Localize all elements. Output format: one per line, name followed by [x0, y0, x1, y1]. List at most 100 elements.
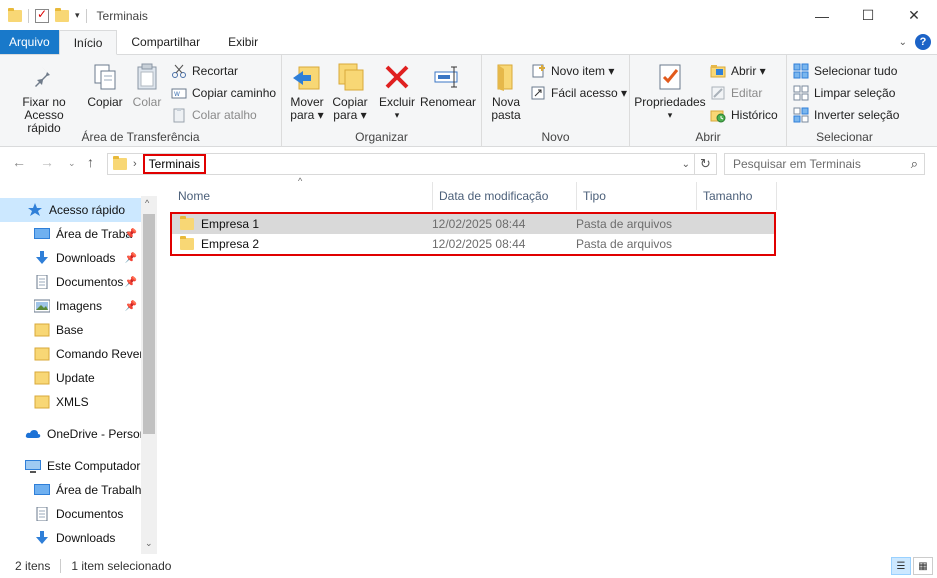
close-button[interactable]: ✕: [891, 0, 937, 31]
column-header-type[interactable]: Tipo: [577, 182, 697, 210]
paste-shortcut-label: Colar atalho: [192, 108, 257, 122]
edit-button[interactable]: Editar: [710, 84, 762, 102]
folder-icon[interactable]: [8, 7, 22, 22]
tab-home[interactable]: Início: [58, 30, 118, 55]
paste-shortcut-button[interactable]: Colar atalho: [171, 106, 257, 124]
recent-locations-chevron-icon[interactable]: ⌄: [68, 158, 76, 169]
tab-view[interactable]: Exibir: [214, 30, 272, 54]
nav-pc-documents[interactable]: Documentos: [0, 502, 141, 526]
breadcrumb-terminais[interactable]: Terminais: [142, 154, 207, 174]
download-icon: [34, 251, 50, 265]
nav-scrollbar[interactable]: ^ ⌄: [141, 196, 157, 554]
nav-item-comando[interactable]: Comando Rever: [0, 342, 141, 366]
select-none-label: Limpar seleção: [814, 86, 896, 100]
breadcrumb-separator-icon[interactable]: ›: [133, 158, 137, 170]
properties-icon[interactable]: [35, 7, 49, 23]
new-folder-icon[interactable]: [55, 7, 69, 22]
up-arrow-icon[interactable]: ↑: [87, 154, 94, 170]
nav-this-pc-label: Este Computador: [47, 459, 141, 473]
easy-access-button[interactable]: Fácil acesso ▾: [530, 84, 627, 102]
details-view-icon[interactable]: ☰: [891, 557, 911, 575]
cloud-icon: [25, 427, 41, 441]
cut-button[interactable]: Recortar: [171, 62, 238, 80]
tab-share[interactable]: Compartilhar: [117, 30, 214, 54]
back-arrow-icon[interactable]: ←: [12, 154, 26, 170]
nav-item-xmls[interactable]: XMLS: [0, 390, 141, 414]
file-name: Empresa 2: [201, 237, 260, 251]
new-item-icon: [530, 63, 546, 79]
open-button[interactable]: Abrir ▾: [710, 62, 766, 80]
nav-quick-access[interactable]: Acesso rápido: [0, 198, 141, 222]
nav-item-label: Base: [56, 323, 84, 337]
search-icon: ⌕: [910, 156, 918, 171]
ribbon: Fixar no Acesso rápido Copiar Colar Reco…: [0, 55, 937, 147]
copy-path-button[interactable]: W Copiar caminho: [171, 84, 276, 102]
copy-button[interactable]: Copiar: [85, 61, 125, 109]
nav-item-downloads[interactable]: Downloads 📌: [0, 246, 141, 270]
column-header-size[interactable]: Tamanho: [697, 182, 777, 210]
address-bar[interactable]: › Terminais ⌄: [107, 153, 695, 175]
file-list: ^ Nome Data de modificação Tipo Tamanho …: [160, 176, 937, 554]
minimize-button[interactable]: —: [799, 0, 845, 31]
properties-dropdown[interactable]: ▾: [668, 109, 673, 122]
select-none-icon: [793, 85, 809, 101]
select-none-button[interactable]: Limpar seleção: [793, 84, 895, 102]
clipboard-group-label: Área de Transferência: [81, 130, 200, 144]
table-row[interactable]: Empresa 1 12/02/2025 08:44 Pasta de arqu…: [172, 214, 774, 234]
large-icons-view-icon[interactable]: ▦: [913, 557, 933, 575]
history-button[interactable]: Histórico: [710, 106, 778, 124]
nav-item-update[interactable]: Update: [0, 366, 141, 390]
nav-item-base[interactable]: Base: [0, 318, 141, 342]
help-icon[interactable]: ?: [915, 34, 931, 50]
copy-to-button[interactable]: Copiar para ▾: [330, 61, 370, 122]
open-label: Abrir ▾: [731, 64, 766, 78]
new-folder-button[interactable]: Nova pasta: [488, 61, 524, 122]
invert-selection-label: Inverter seleção: [814, 108, 900, 122]
new-item-button[interactable]: Novo item ▾: [530, 62, 614, 80]
nav-onedrive[interactable]: OneDrive - Persor: [0, 422, 141, 446]
properties-button[interactable]: Propriedades ▾: [634, 61, 706, 122]
move-to-icon: [291, 61, 323, 93]
scroll-up-icon[interactable]: ^: [145, 198, 149, 208]
refresh-icon[interactable]: ↻: [695, 153, 717, 175]
delete-dropdown[interactable]: ▾: [395, 109, 400, 122]
maximize-button[interactable]: ☐: [845, 0, 891, 31]
nav-this-pc[interactable]: Este Computador: [0, 454, 141, 478]
group-new: Nova pasta Novo item ▾ Fácil acesso ▾ No…: [482, 55, 630, 147]
address-dropdown-icon[interactable]: ⌄: [682, 159, 694, 170]
column-header-date[interactable]: Data de modificação: [433, 182, 577, 210]
divider: [60, 559, 62, 573]
select-all-button[interactable]: Selecionar tudo: [793, 62, 897, 80]
pin-icon: 📌: [124, 252, 137, 264]
customize-toolbar-dropdown[interactable]: ▾: [75, 10, 80, 21]
nav-item-desktop[interactable]: Área de Traba 📌: [0, 222, 141, 246]
folder-icon: [34, 347, 50, 361]
forward-arrow-icon[interactable]: →: [40, 154, 54, 170]
chevron-down-icon[interactable]: ⌄: [899, 37, 907, 48]
nav-pc-downloads[interactable]: Downloads: [0, 526, 141, 550]
nav-item-pictures[interactable]: Imagens 📌: [0, 294, 141, 318]
nav-item-label: Downloads: [56, 251, 116, 265]
paste-button[interactable]: Colar: [128, 61, 166, 109]
move-to-button[interactable]: Mover para ▾: [287, 61, 327, 122]
star-icon: [27, 203, 43, 217]
pin-quick-access-button[interactable]: Fixar no Acesso rápido: [7, 61, 81, 135]
rename-icon: [432, 61, 464, 93]
pictures-icon: [33, 299, 51, 313]
scroll-down-icon[interactable]: ⌄: [145, 538, 153, 549]
column-header-name[interactable]: Nome: [172, 182, 433, 210]
pin-icon: 📌: [124, 228, 137, 240]
delete-button[interactable]: Excluir ▾: [378, 61, 416, 122]
scrollbar-thumb[interactable]: [143, 214, 155, 434]
rename-button[interactable]: Renomear: [420, 61, 476, 109]
desktop-icon: [34, 227, 50, 241]
invert-selection-button[interactable]: Inverter seleção: [793, 106, 899, 124]
nav-item-documents[interactable]: Documentos 📌: [0, 270, 141, 294]
nav-pc-desktop[interactable]: Área de Trabalho: [0, 478, 141, 502]
table-row[interactable]: Empresa 2 12/02/2025 08:44 Pasta de arqu…: [172, 234, 774, 254]
nav-onedrive-label: OneDrive - Persor: [47, 427, 141, 441]
search-input[interactable]: Pesquisar em Terminais ⌕: [724, 153, 925, 175]
folder-icon: [113, 156, 127, 170]
tab-file[interactable]: Arquivo: [0, 30, 59, 54]
clipboard-icon: [131, 61, 163, 93]
